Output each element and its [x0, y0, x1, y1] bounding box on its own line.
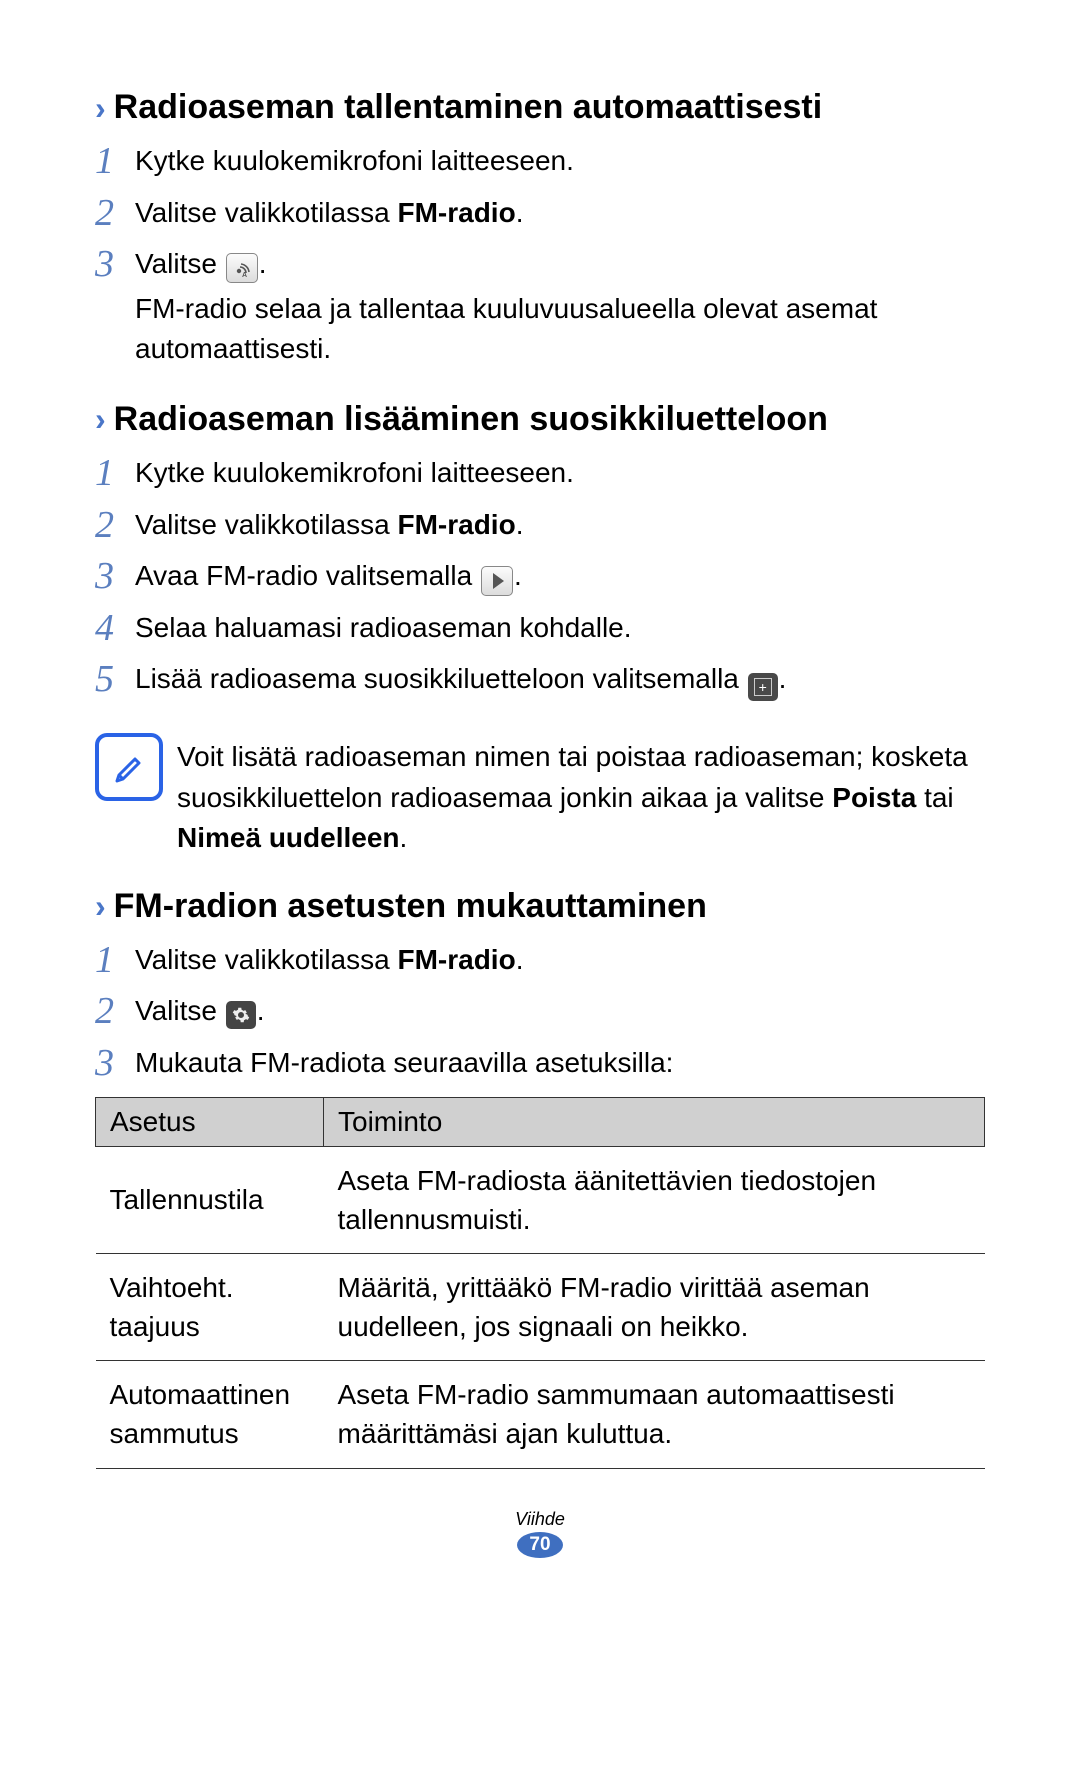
- step-text: Lisää radioasema suosikkiluetteloon vali…: [135, 657, 985, 701]
- step-number: 4: [95, 606, 135, 652]
- step: 5 Lisää radioasema suosikkiluetteloon va…: [95, 657, 985, 703]
- step-number: 2: [95, 503, 135, 549]
- chevron-right-icon: ›: [95, 403, 106, 435]
- step: 1 Kytke kuulokemikrofoni laitteeseen.: [95, 451, 985, 497]
- heading-text: Radioaseman tallentaminen automaattisest…: [114, 88, 823, 127]
- step: 3 Valitse A. FM-radio selaa ja tallentaa…: [95, 242, 985, 370]
- setting-name: Tallennustila: [96, 1146, 324, 1253]
- heading-text: Radioaseman lisääminen suosikkiluetteloo…: [114, 400, 828, 439]
- steps-auto-save: 1 Kytke kuulokemikrofoni laitteeseen. 2 …: [95, 139, 985, 370]
- step-text: Mukauta FM-radiota seuraavilla asetuksil…: [135, 1041, 985, 1084]
- step-text: Selaa haluamasi radioaseman kohdalle.: [135, 606, 985, 649]
- step-text: Kytke kuulokemikrofoni laitteeseen.: [135, 451, 985, 494]
- step-number: 1: [95, 139, 135, 185]
- step: 2 Valitse valikkotilassa FM-radio.: [95, 503, 985, 549]
- col-function: Toiminto: [324, 1097, 985, 1146]
- step: 4 Selaa haluamasi radioaseman kohdalle.: [95, 606, 985, 652]
- step-number: 3: [95, 242, 135, 288]
- steps-settings: 1 Valitse valikkotilassa FM-radio. 2 Val…: [95, 938, 985, 1087]
- chevron-right-icon: ›: [95, 890, 106, 922]
- step: 1 Kytke kuulokemikrofoni laitteeseen.: [95, 139, 985, 185]
- step-subtext: FM-radio selaa ja tallentaa kuuluvuusalu…: [135, 289, 985, 370]
- page-number: 70: [521, 1530, 558, 1560]
- step: 3 Mukauta FM-radiota seuraavilla asetuks…: [95, 1041, 985, 1087]
- step-text: Valitse valikkotilassa FM-radio.: [135, 938, 985, 981]
- heading-text: FM-radion asetusten mukauttaminen: [114, 887, 707, 926]
- step-number: 3: [95, 554, 135, 600]
- step-number: 2: [95, 191, 135, 237]
- table-row: Automaattinen sammutus Aseta FM-radio sa…: [96, 1361, 985, 1468]
- setting-desc: Aseta FM-radio sammumaan automaattisesti…: [324, 1361, 985, 1468]
- section-heading-favorites: › Radioaseman lisääminen suosikkiluettel…: [95, 400, 985, 439]
- step-text: Valitse A. FM-radio selaa ja tallentaa k…: [135, 242, 985, 370]
- step-number: 1: [95, 451, 135, 497]
- steps-favorites: 1 Kytke kuulokemikrofoni laitteeseen. 2 …: [95, 451, 985, 703]
- section-heading-settings: › FM-radion asetusten mukauttaminen: [95, 887, 985, 926]
- step-text: Avaa FM-radio valitsemalla .: [135, 554, 985, 597]
- setting-desc: Aseta FM-radiosta äänitettävien tiedosto…: [324, 1146, 985, 1253]
- table-header-row: Asetus Toiminto: [96, 1097, 985, 1146]
- table-row: Tallennustila Aseta FM-radiosta äänitett…: [96, 1146, 985, 1253]
- step: 2 Valitse .: [95, 989, 985, 1035]
- footer-category: Viihde: [95, 1509, 985, 1530]
- settings-table: Asetus Toiminto Tallennustila Aseta FM-r…: [95, 1097, 985, 1469]
- auto-scan-icon: A: [226, 253, 258, 283]
- step-text: Valitse valikkotilassa FM-radio.: [135, 503, 985, 546]
- step-number: 2: [95, 989, 135, 1035]
- settings-gear-icon: [226, 1001, 256, 1029]
- page-number-badge: 70: [521, 1530, 558, 1560]
- step-number: 3: [95, 1041, 135, 1087]
- step-text: Kytke kuulokemikrofoni laitteeseen.: [135, 139, 985, 182]
- col-setting: Asetus: [96, 1097, 324, 1146]
- step: 2 Valitse valikkotilassa FM-radio.: [95, 191, 985, 237]
- section-heading-auto-save: › Radioaseman tallentaminen automaattise…: [95, 88, 985, 127]
- note-box: Voit lisätä radioaseman nimen tai poista…: [95, 733, 985, 859]
- setting-desc: Määritä, yrittääkö FM-radio virittää ase…: [324, 1253, 985, 1360]
- note-icon: [95, 733, 163, 801]
- manual-page: › Radioaseman tallentaminen automaattise…: [0, 0, 1080, 1600]
- table-row: Vaihtoeht. taajuus Määritä, yrittääkö FM…: [96, 1253, 985, 1360]
- step-number: 1: [95, 938, 135, 984]
- add-favorite-icon: +: [748, 673, 778, 701]
- step: 1 Valitse valikkotilassa FM-radio.: [95, 938, 985, 984]
- step-text: Valitse .: [135, 989, 985, 1032]
- svg-text:A: A: [242, 272, 247, 277]
- setting-name: Vaihtoeht. taajuus: [96, 1253, 324, 1360]
- step: 3 Avaa FM-radio valitsemalla .: [95, 554, 985, 600]
- chevron-right-icon: ›: [95, 92, 106, 124]
- play-icon: [481, 566, 513, 596]
- page-footer: Viihde 70: [95, 1509, 985, 1560]
- step-text: Valitse valikkotilassa FM-radio.: [135, 191, 985, 234]
- setting-name: Automaattinen sammutus: [96, 1361, 324, 1468]
- note-text: Voit lisätä radioaseman nimen tai poista…: [177, 733, 985, 859]
- step-number: 5: [95, 657, 135, 703]
